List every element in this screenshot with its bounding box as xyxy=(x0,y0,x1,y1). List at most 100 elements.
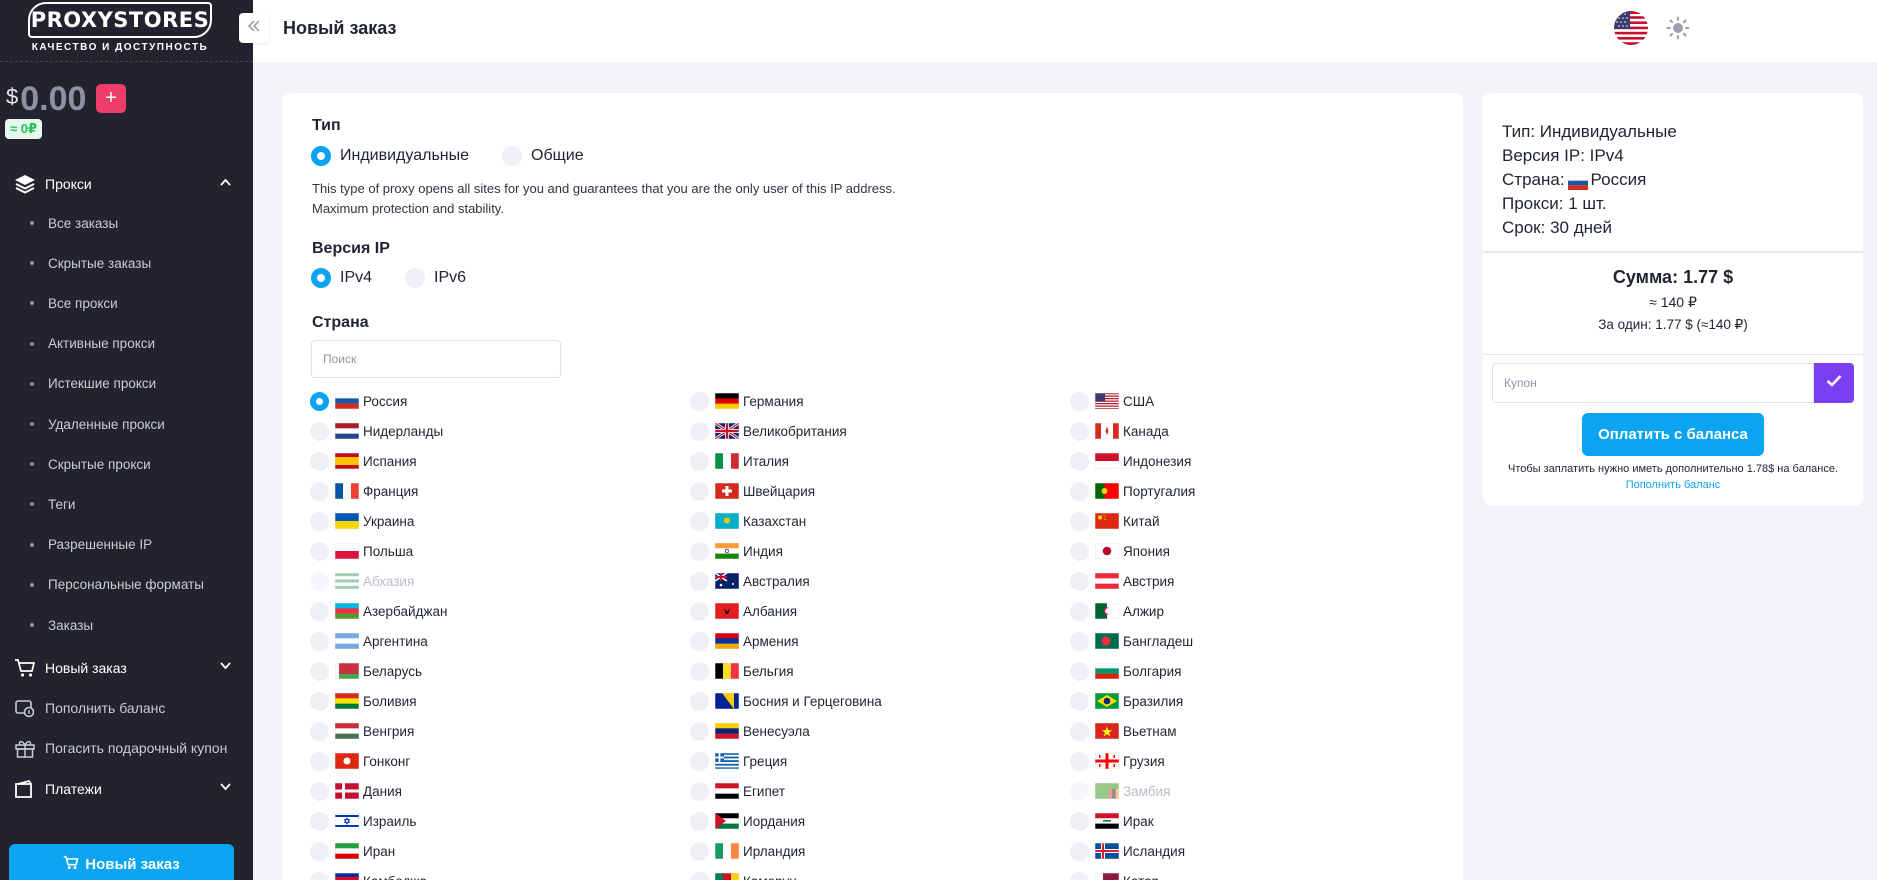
sidebar-group-proxies[interactable]: Прокси xyxy=(0,168,253,200)
new-order-button[interactable]: Новый заказ xyxy=(9,844,234,880)
country-option[interactable]: Болгария xyxy=(1070,661,1181,681)
sidebar-subitem[interactable]: Скрытые заказы xyxy=(0,248,253,278)
country-radio[interactable] xyxy=(310,811,329,831)
country-option[interactable]: Великобритания xyxy=(690,421,847,441)
country-option[interactable]: Франция xyxy=(310,481,418,501)
country-radio[interactable] xyxy=(1070,661,1089,681)
country-radio[interactable] xyxy=(690,661,709,681)
country-radio[interactable] xyxy=(690,841,709,861)
country-option[interactable]: Швейцария xyxy=(690,481,815,501)
country-radio[interactable] xyxy=(1070,721,1089,741)
country-radio[interactable] xyxy=(310,751,329,771)
country-option[interactable]: Катар xyxy=(1070,871,1159,880)
country-radio[interactable] xyxy=(1070,421,1089,441)
country-radio[interactable] xyxy=(690,601,709,621)
country-option[interactable]: Грузия xyxy=(1070,751,1165,771)
country-radio[interactable] xyxy=(310,631,329,651)
country-option[interactable]: Армения xyxy=(690,631,799,651)
country-option[interactable]: Дания xyxy=(310,781,402,801)
country-radio[interactable] xyxy=(1070,811,1089,831)
country-option[interactable]: Камерун xyxy=(690,871,797,880)
country-option[interactable]: Казахстан xyxy=(690,511,806,531)
country-radio[interactable] xyxy=(1070,541,1089,561)
country-option[interactable]: Ирландия xyxy=(690,841,805,861)
sidebar-subitem[interactable]: Активные прокси xyxy=(0,329,253,359)
country-option[interactable]: Венесуэла xyxy=(690,721,810,741)
ip-option-label[interactable]: IPv4 xyxy=(340,269,372,287)
country-option[interactable]: Нидерланды xyxy=(310,421,443,441)
country-radio[interactable] xyxy=(690,871,709,880)
country-radio[interactable] xyxy=(1070,841,1089,861)
country-radio[interactable] xyxy=(690,481,709,501)
country-option[interactable]: Аргентина xyxy=(310,631,428,651)
country-option[interactable]: Алжир xyxy=(1070,601,1164,621)
sidebar-item-topup[interactable]: Пополнить баланс xyxy=(0,692,253,724)
country-option[interactable]: Австрия xyxy=(1070,571,1174,591)
country-option[interactable]: Беларусь xyxy=(310,661,422,681)
country-option[interactable]: Гонконг xyxy=(310,751,410,771)
country-radio[interactable] xyxy=(690,751,709,771)
country-radio[interactable] xyxy=(1070,871,1089,880)
sidebar-subitem[interactable]: Скрытые прокси xyxy=(0,449,253,479)
country-radio[interactable] xyxy=(310,481,329,501)
country-radio[interactable] xyxy=(310,721,329,741)
country-option[interactable]: Греция xyxy=(690,751,787,771)
country-option[interactable]: Польша xyxy=(310,541,413,561)
type-option-label[interactable]: Индивидуальные xyxy=(340,147,469,165)
sidebar-group-payments[interactable]: Платежи xyxy=(0,773,253,805)
add-balance-button[interactable]: + xyxy=(96,84,126,113)
type-radio-individual[interactable] xyxy=(311,146,331,166)
ip-radio-ipv4[interactable] xyxy=(311,268,331,288)
country-radio[interactable] xyxy=(1070,751,1089,771)
country-radio[interactable] xyxy=(1070,391,1089,411)
country-option[interactable]: Бельгия xyxy=(690,661,794,681)
apply-coupon-button[interactable] xyxy=(1814,363,1854,403)
country-option[interactable]: Россия xyxy=(310,391,407,411)
country-radio[interactable] xyxy=(310,601,329,621)
country-option[interactable]: Австралия xyxy=(690,571,810,591)
country-option[interactable]: Вьетнам xyxy=(1070,721,1177,741)
country-radio[interactable] xyxy=(1070,601,1089,621)
country-option[interactable]: Китай xyxy=(1070,511,1160,531)
country-radio[interactable] xyxy=(690,721,709,741)
country-option[interactable]: Исландия xyxy=(1070,841,1185,861)
country-radio[interactable] xyxy=(1070,691,1089,711)
country-radio[interactable] xyxy=(690,571,709,591)
country-radio[interactable] xyxy=(1070,481,1089,501)
sidebar-subitem[interactable]: Разрешенные IP xyxy=(0,530,253,560)
country-option[interactable]: Индонезия xyxy=(1070,451,1191,471)
type-option-label[interactable]: Общие xyxy=(531,147,584,165)
us-flag-icon[interactable] xyxy=(1614,11,1648,45)
country-radio[interactable] xyxy=(690,451,709,471)
country-radio[interactable] xyxy=(1070,511,1089,531)
country-radio[interactable] xyxy=(690,541,709,561)
country-radio[interactable] xyxy=(310,451,329,471)
country-radio[interactable] xyxy=(690,511,709,531)
country-option[interactable]: Канада xyxy=(1070,421,1169,441)
country-radio[interactable] xyxy=(310,541,329,561)
country-radio[interactable] xyxy=(310,841,329,861)
country-radio[interactable] xyxy=(310,421,329,441)
country-radio[interactable] xyxy=(690,691,709,711)
sidebar-item-gift[interactable]: Погасить подарочный купон xyxy=(0,732,253,764)
country-option[interactable]: Португалия xyxy=(1070,481,1195,501)
ip-radio-ipv6[interactable] xyxy=(405,268,426,288)
country-radio[interactable] xyxy=(310,511,329,531)
sidebar-subitem[interactable]: Истекшие прокси xyxy=(0,369,253,399)
country-option[interactable]: США xyxy=(1070,391,1154,411)
country-option[interactable]: Германия xyxy=(690,391,804,411)
collapse-sidebar-button[interactable] xyxy=(239,13,269,43)
sidebar-group-new-order[interactable]: Новый заказ xyxy=(0,652,253,684)
country-option[interactable]: Индия xyxy=(690,541,783,561)
sidebar-subitem[interactable]: Персональные форматы xyxy=(0,570,253,600)
sun-icon[interactable] xyxy=(1666,16,1690,40)
country-option[interactable]: Боливия xyxy=(310,691,417,711)
country-option[interactable]: Босния и Герцеговина xyxy=(690,691,882,711)
country-option[interactable]: Венгрия xyxy=(310,721,414,741)
country-radio[interactable] xyxy=(690,421,709,441)
sidebar-subitem[interactable]: Все заказы xyxy=(0,208,253,238)
country-option[interactable]: Иордания xyxy=(690,811,805,831)
sidebar-subitem[interactable]: Теги xyxy=(0,489,253,519)
topup-balance-link[interactable]: Пополнить баланс xyxy=(1483,479,1863,491)
country-radio[interactable] xyxy=(690,391,709,411)
